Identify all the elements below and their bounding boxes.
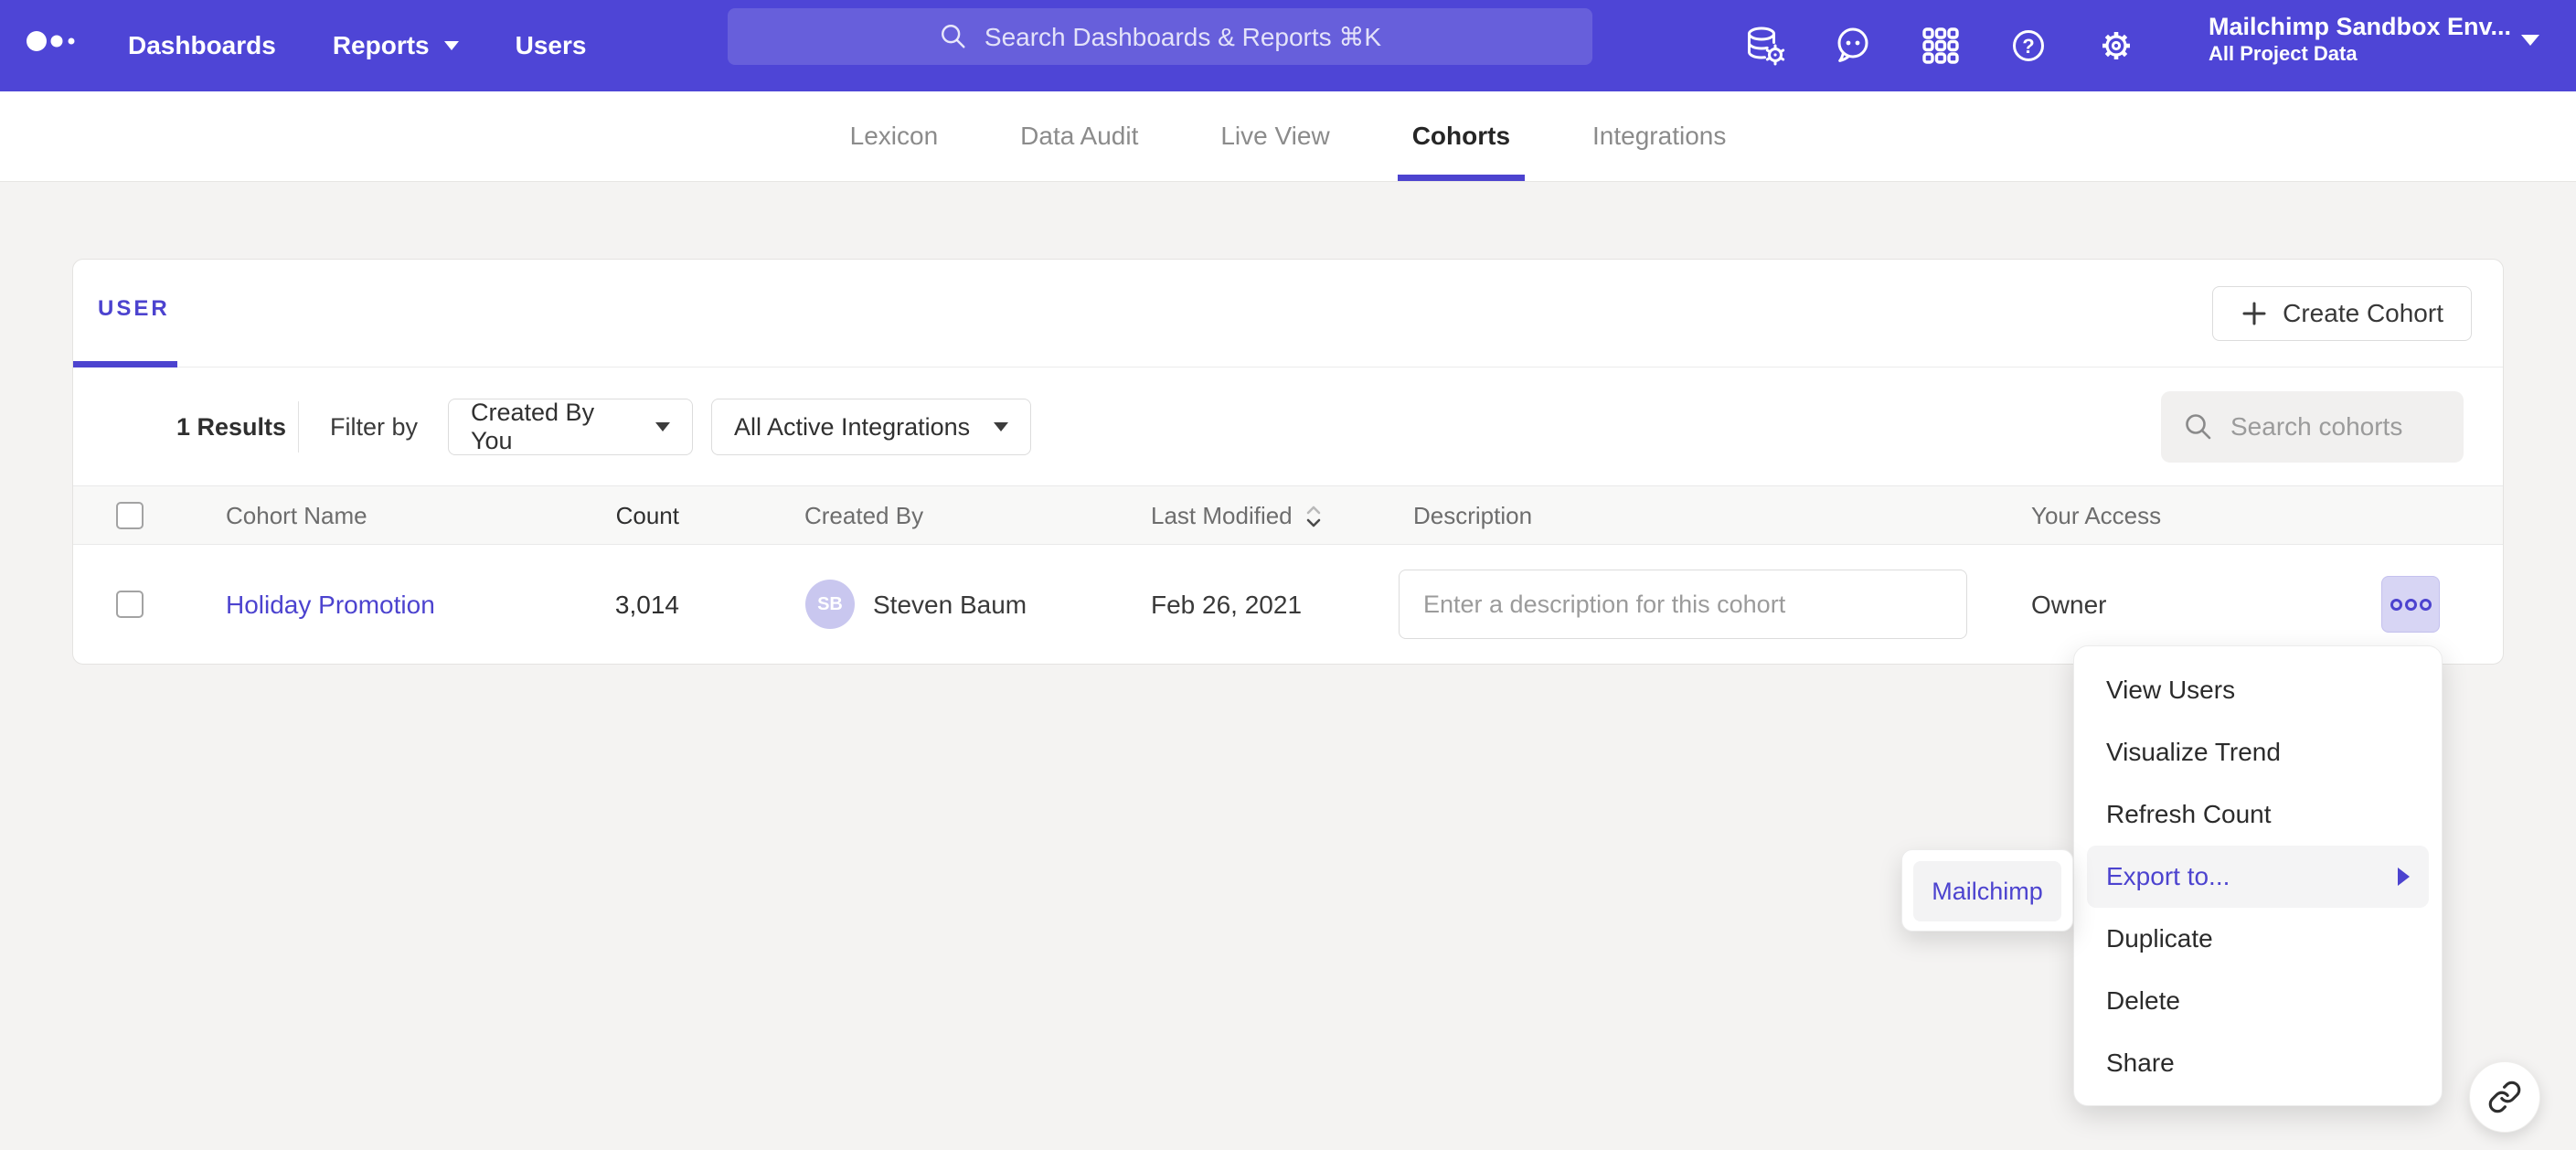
- project-name: Mailchimp Sandbox Env...: [2209, 12, 2511, 41]
- global-search-placeholder: Search Dashboards & Reports ⌘K: [985, 22, 1381, 52]
- filter-toolbar: 1 Results Filter by Created By You All A…: [73, 368, 2503, 485]
- menu-item-delete[interactable]: Delete: [2087, 970, 2429, 1032]
- row-actions-menu-button[interactable]: [2381, 576, 2440, 633]
- row-checkbox[interactable]: [116, 591, 144, 618]
- search-icon: [2183, 411, 2214, 442]
- cohort-count: 3,014: [513, 545, 679, 665]
- tab-label: Data Audit: [1020, 122, 1138, 151]
- select-all-checkbox[interactable]: [116, 502, 144, 529]
- tab-integrations[interactable]: Integrations: [1587, 91, 1731, 181]
- results-count: 1 Results: [176, 368, 286, 485]
- project-selector[interactable]: Mailchimp Sandbox Env... All Project Dat…: [2209, 12, 2511, 67]
- tab-cohorts[interactable]: Cohorts: [1407, 91, 1516, 181]
- menu-item-share[interactable]: Share: [2087, 1032, 2429, 1094]
- column-description: Description: [1413, 486, 1532, 546]
- cohorts-panel: USER Create Cohort 1 Results Filter by C…: [72, 259, 2504, 665]
- chevron-down-icon: [994, 422, 1008, 431]
- cohort-search-input[interactable]: [2230, 412, 2441, 442]
- help-icon[interactable]: ?: [2007, 25, 2049, 67]
- nav-item-users[interactable]: Users: [516, 31, 587, 60]
- menu-item-refresh-count[interactable]: Refresh Count: [2087, 783, 2429, 846]
- link-icon: [2487, 1080, 2522, 1114]
- create-cohort-label: Create Cohort: [2283, 299, 2443, 328]
- created-by-filter-dropdown[interactable]: Created By You: [448, 399, 693, 455]
- support-chat-icon[interactable]: [1832, 25, 1874, 67]
- ellipsis-dot: [2405, 599, 2417, 611]
- menu-item-export-to[interactable]: Export to...: [2087, 846, 2429, 908]
- column-count: Count: [513, 486, 679, 546]
- panel-tab-bar: USER Create Cohort: [73, 260, 2503, 367]
- column-your-access: Your Access: [2031, 486, 2161, 546]
- tab-label: Cohorts: [1412, 122, 1510, 151]
- data-settings-icon[interactable]: [1744, 25, 1786, 67]
- plus-icon: [2241, 300, 2268, 327]
- apps-grid-icon[interactable]: [1920, 25, 1962, 67]
- nav-item-reports[interactable]: Reports: [333, 31, 459, 60]
- nav-item-label: Dashboards: [128, 31, 276, 60]
- copy-link-button[interactable]: [2469, 1061, 2540, 1133]
- data-management-tabs: Lexicon Data Audit Live View Cohorts Int…: [0, 91, 2576, 182]
- cohort-name-link[interactable]: Holiday Promotion: [226, 545, 435, 665]
- top-navbar: Dashboards Reports Users Search Dashboar…: [0, 0, 2576, 91]
- tab-label: Live View: [1220, 122, 1329, 151]
- avatar: SB: [805, 580, 855, 629]
- created-by-name: Steven Baum: [873, 545, 1027, 665]
- created-by-filter-value: Created By You: [471, 399, 637, 455]
- settings-gear-icon[interactable]: [2095, 25, 2137, 67]
- global-search-bar[interactable]: Search Dashboards & Reports ⌘K: [728, 8, 1592, 65]
- integrations-filter-dropdown[interactable]: All Active Integrations: [711, 399, 1031, 455]
- tab-label: Integrations: [1592, 122, 1726, 151]
- project-scope: All Project Data: [2209, 41, 2511, 67]
- column-created-by: Created By: [804, 486, 923, 546]
- tab-data-audit[interactable]: Data Audit: [1015, 91, 1144, 181]
- column-cohort-name: Cohort Name: [226, 486, 367, 546]
- tab-label: Lexicon: [850, 122, 939, 151]
- active-tab-underline: [73, 361, 177, 367]
- sort-icon: [1305, 503, 1322, 530]
- chevron-down-icon: [444, 41, 459, 50]
- divider: [298, 401, 299, 453]
- cohort-search-box[interactable]: [2161, 391, 2464, 463]
- ellipsis-dot: [2420, 599, 2432, 611]
- ellipsis-dot: [2390, 599, 2402, 611]
- description-input[interactable]: [1399, 570, 1967, 639]
- row-actions-context-menu: View Users Visualize Trend Refresh Count…: [2073, 645, 2443, 1106]
- tab-lexicon[interactable]: Lexicon: [845, 91, 944, 181]
- mixpanel-logo-icon[interactable]: [26, 27, 90, 59]
- menu-item-view-users[interactable]: View Users: [2087, 659, 2429, 721]
- table-header: Cohort Name Count Created By Last Modifi…: [73, 485, 2503, 545]
- last-modified-date: Feb 26, 2021: [1151, 545, 1302, 665]
- navbar-menu: Dashboards Reports Users: [128, 0, 586, 91]
- svg-text:?: ?: [2022, 35, 2034, 58]
- menu-item-visualize-trend[interactable]: Visualize Trend: [2087, 721, 2429, 783]
- integrations-filter-value: All Active Integrations: [734, 413, 970, 442]
- submenu-arrow-icon: [2398, 868, 2410, 886]
- nav-item-label: Users: [516, 31, 587, 60]
- column-last-modified[interactable]: Last Modified: [1151, 486, 1322, 546]
- column-last-modified-label: Last Modified: [1151, 502, 1293, 530]
- nav-item-label: Reports: [333, 31, 430, 60]
- submenu-item-mailchimp[interactable]: Mailchimp: [1913, 861, 2061, 921]
- chevron-down-icon[interactable]: [2521, 35, 2539, 46]
- chevron-down-icon: [655, 422, 670, 431]
- nav-item-dashboards[interactable]: Dashboards: [128, 31, 276, 60]
- tab-live-view[interactable]: Live View: [1215, 91, 1335, 181]
- tab-user-cohorts[interactable]: USER: [98, 296, 170, 322]
- export-submenu: Mailchimp: [1901, 849, 2073, 932]
- filter-by-label: Filter by: [330, 368, 418, 485]
- search-icon: [939, 22, 968, 51]
- menu-item-export-label: Export to...: [2106, 862, 2230, 891]
- navbar-icon-group: ?: [1744, 0, 2137, 91]
- menu-item-duplicate[interactable]: Duplicate: [2087, 908, 2429, 970]
- create-cohort-button[interactable]: Create Cohort: [2212, 286, 2472, 341]
